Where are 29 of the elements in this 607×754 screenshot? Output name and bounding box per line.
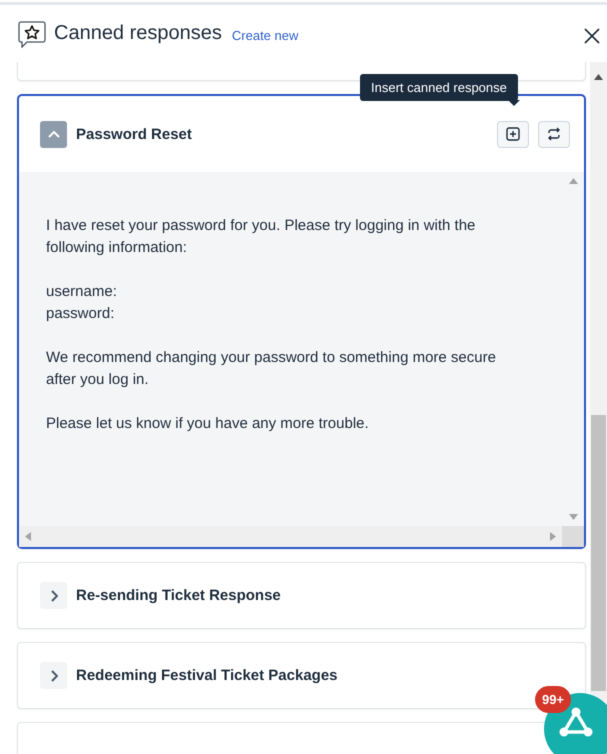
chevron-right-icon bbox=[50, 670, 58, 682]
swap-arrows-icon bbox=[547, 127, 561, 141]
chevron-up-icon bbox=[48, 130, 60, 138]
insert-button[interactable] bbox=[497, 120, 529, 148]
create-new-link[interactable]: Create new bbox=[232, 28, 298, 43]
chevron-right-icon bbox=[50, 590, 58, 602]
response-textarea[interactable] bbox=[19, 172, 584, 547]
panel-title: Canned responses bbox=[54, 22, 222, 45]
collapse-button[interactable] bbox=[40, 120, 67, 148]
scroll-down-icon bbox=[568, 514, 578, 520]
scroll-left-icon bbox=[25, 532, 31, 541]
expand-button[interactable] bbox=[40, 662, 67, 689]
tooltip: Insert canned response bbox=[360, 74, 518, 101]
triangle-nodes-icon bbox=[559, 707, 593, 737]
scrollbar[interactable] bbox=[590, 62, 607, 754]
scrollbar-corner bbox=[562, 526, 584, 547]
response-title[interactable]: Redeeming Festival Ticket Packages bbox=[76, 667, 338, 684]
scroll-up-icon bbox=[594, 74, 603, 80]
plus-square-icon bbox=[506, 127, 520, 141]
expand-button[interactable] bbox=[40, 582, 67, 609]
scroll-up-icon bbox=[568, 178, 578, 184]
scroll-right-icon bbox=[550, 532, 556, 541]
tooltip-pointer bbox=[508, 100, 520, 107]
close-button[interactable] bbox=[583, 26, 601, 44]
chat-star-icon bbox=[18, 20, 46, 48]
response-text: I have reset your password for you. Please try logging in with the following information: username: password: We recommend changing your password to something more secure after you log in. Please let us know if you have any more trouble. bbox=[45, 216, 497, 434]
response-title[interactable]: Re-sending Ticket Response bbox=[76, 587, 281, 604]
replace-button[interactable] bbox=[538, 120, 570, 148]
response-title[interactable]: Password Reset bbox=[76, 126, 192, 142]
